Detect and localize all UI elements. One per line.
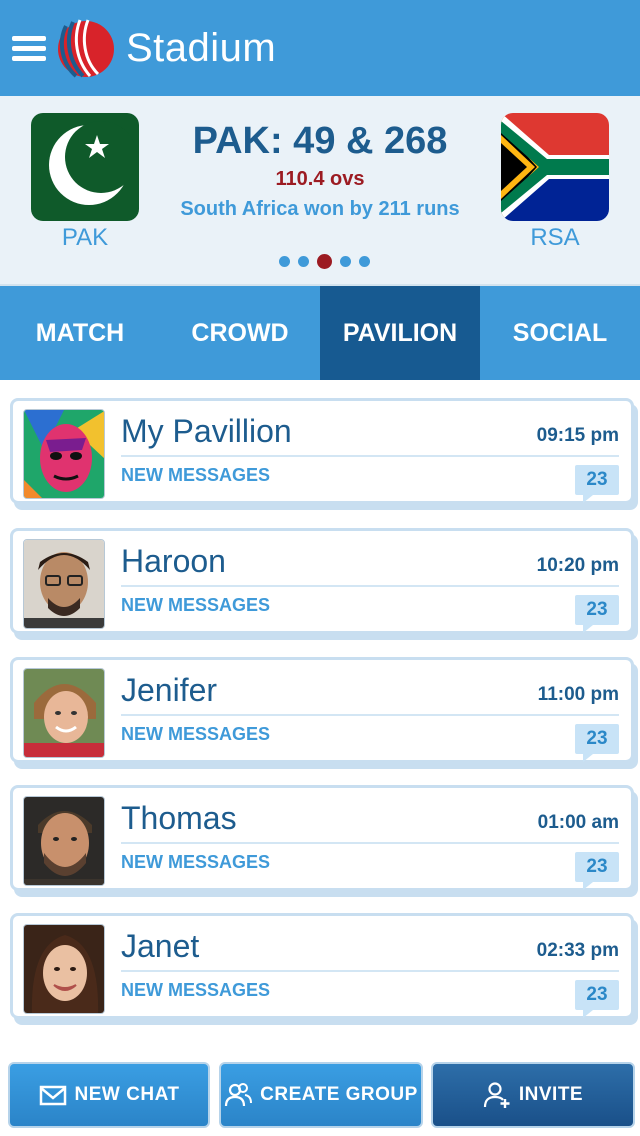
invite-label: INVITE (518, 1084, 584, 1105)
avatar (23, 539, 105, 629)
tab-crowd[interactable]: CROWD (160, 286, 320, 380)
chat-subtitle: NEW MESSAGES (121, 595, 271, 615)
cricket-ball-logo-icon (58, 19, 114, 78)
chat-time: 02:33 pm (536, 940, 619, 961)
pager-dot[interactable] (279, 255, 290, 267)
tab-bar: MATCH CROWD PAVILION SOCIAL (0, 286, 640, 380)
chat-item-jenifer[interactable]: Jenifer 11:00 pm NEW MESSAGES 23 (10, 657, 634, 763)
chat-time: 09:15 pm (536, 425, 619, 446)
create-group-label: CREATE GROUP (260, 1084, 418, 1105)
group-icon (225, 1083, 253, 1107)
chat-time: 01:00 am (537, 812, 619, 833)
pager-dot[interactable] (298, 255, 309, 267)
avatar (23, 924, 105, 1014)
chat-time: 11:00 pm (537, 684, 619, 705)
pakistan-flag-icon (31, 113, 139, 221)
envelope-icon (39, 1085, 66, 1106)
score-pager[interactable] (279, 253, 378, 269)
new-chat-label: NEW CHAT (74, 1084, 180, 1105)
chat-subtitle: NEW MESSAGES (121, 465, 271, 485)
divider (121, 714, 619, 716)
result-text: South Africa won by 211 runs (180, 198, 460, 220)
chat-item-haroon[interactable]: Haroon 10:20 pm NEW MESSAGES 23 (10, 528, 634, 634)
invite-button[interactable]: INVITE (431, 1062, 635, 1128)
avatar (23, 668, 105, 758)
divider (121, 970, 619, 972)
avatar (23, 796, 105, 886)
add-user-icon (483, 1082, 510, 1108)
avatar (23, 409, 105, 499)
app-title: Stadium (126, 26, 277, 70)
chat-name: Janet (121, 928, 200, 964)
divider (121, 585, 619, 587)
create-group-button[interactable]: CREATE GROUP (219, 1062, 423, 1128)
divider (121, 455, 619, 457)
south-africa-flag-icon (501, 113, 609, 221)
pager-dot-active[interactable] (317, 253, 332, 269)
new-chat-button[interactable]: NEW CHAT (8, 1062, 210, 1128)
message-count-badge: 23 (575, 724, 619, 762)
chat-item-janet[interactable]: Janet 02:33 pm NEW MESSAGES 23 (10, 913, 634, 1019)
chat-item-my-pavillion[interactable]: My Pavillion 09:15 pm NEW MESSAGES 23 (10, 398, 634, 504)
tab-match[interactable]: MATCH (0, 286, 160, 380)
message-count-badge: 23 (575, 852, 619, 890)
score-text: PAK: 49 & 268 (192, 120, 448, 162)
pager-dot[interactable] (340, 255, 351, 267)
chat-item-thomas[interactable]: Thomas 01:00 am NEW MESSAGES 23 (10, 785, 634, 891)
divider (121, 842, 619, 844)
pager-dot[interactable] (359, 255, 370, 267)
tab-social[interactable]: SOCIAL (480, 286, 640, 380)
message-count-badge: 23 (575, 595, 619, 633)
message-count-badge: 23 (575, 980, 619, 1018)
chat-name: Jenifer (121, 672, 218, 708)
chat-subtitle: NEW MESSAGES (121, 724, 271, 744)
score-panel[interactable]: PAK PAK: 49 & 268 110.4 ovs South Africa… (0, 96, 640, 286)
tab-pavilion[interactable]: PAVILION (320, 286, 480, 380)
home-team-code: PAK (61, 224, 109, 251)
chat-time: 10:20 pm (536, 555, 619, 576)
away-team-code: RSA (530, 224, 580, 251)
chat-subtitle: NEW MESSAGES (121, 980, 271, 1000)
hamburger-menu-icon[interactable] (12, 36, 46, 62)
bottom-action-bar: NEW CHAT CREATE GROUP INVITE (0, 1048, 640, 1136)
chat-subtitle: NEW MESSAGES (121, 852, 271, 872)
top-bar: Stadium (0, 0, 640, 96)
chat-name: Thomas (121, 800, 237, 836)
chat-name: Haroon (121, 543, 226, 579)
pavilion-chat-list: My Pavillion 09:15 pm NEW MESSAGES 23 Ha… (0, 380, 640, 1048)
message-count-badge: 23 (575, 465, 619, 503)
chat-name: My Pavillion (121, 413, 292, 449)
overs-text: 110.4 ovs (275, 168, 365, 190)
